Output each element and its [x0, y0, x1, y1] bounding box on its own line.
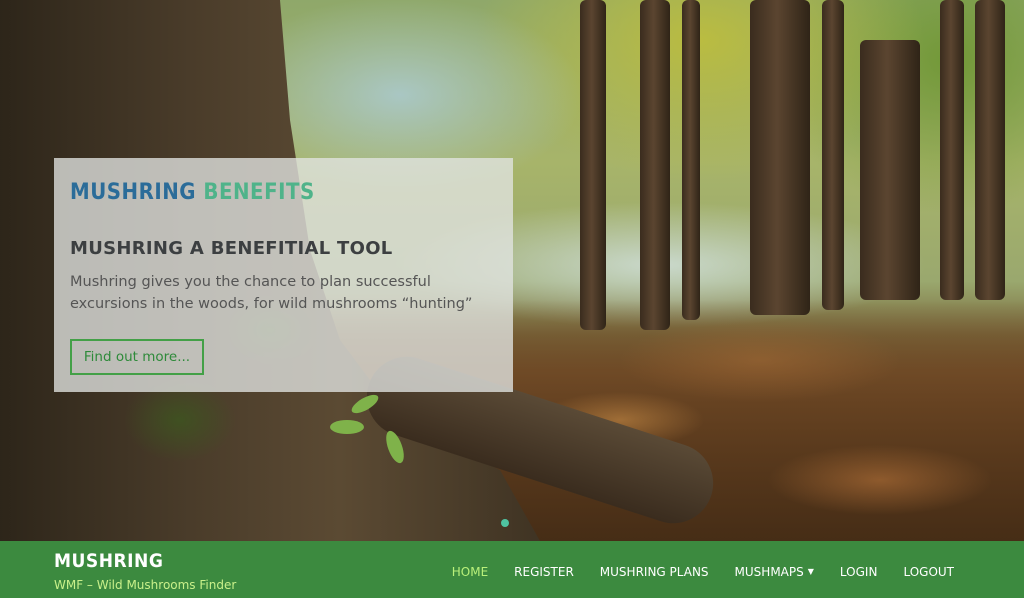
nav-register[interactable]: REGISTER: [514, 565, 574, 579]
tree-trunk: [640, 0, 670, 330]
tree-trunk: [860, 40, 920, 300]
hero-card: MUSHRING BENEFITS MUSHRING A BENEFITIAL …: [54, 158, 513, 392]
brand-title-part1: MUSHRING: [70, 180, 196, 205]
card-heading: MUSHRING A BENEFITIAL TOOL: [70, 238, 393, 259]
nav-mushmaps-label: MUSHMAPS: [734, 565, 804, 579]
nav-home[interactable]: HOME: [452, 565, 488, 579]
card-brand-title: MUSHRING BENEFITS: [70, 178, 497, 208]
site-tagline: WMF – Wild Mushrooms Finder: [54, 578, 237, 592]
tree-trunk: [682, 0, 700, 320]
site-logo[interactable]: MUSHRING: [54, 550, 163, 572]
nav-mushring-plans[interactable]: MUSHRING PLANS: [600, 565, 709, 579]
bottom-navbar: MUSHRING WMF – Wild Mushrooms Finder HOM…: [0, 541, 1024, 598]
nav-mushmaps[interactable]: MUSHMAPS ▼: [735, 565, 814, 579]
find-out-more-button[interactable]: Find out more...: [70, 339, 204, 375]
card-description: Mushring gives you the chance to plan su…: [70, 274, 473, 312]
tree-trunk: [750, 0, 810, 315]
carousel-indicator[interactable]: [501, 519, 509, 527]
nav-logout[interactable]: LOGOUT: [903, 565, 954, 579]
tree-trunk: [975, 0, 1005, 300]
leaf: [330, 420, 364, 434]
tree-trunk: [580, 0, 606, 330]
brand-title-part2: BENEFITS: [203, 180, 315, 205]
main-menu: HOME REGISTER MUSHRING PLANS MUSHMAPS ▼ L…: [426, 565, 954, 579]
caret-down-icon: ▼: [807, 567, 814, 576]
nav-login[interactable]: LOGIN: [840, 565, 878, 579]
tree-trunk: [822, 0, 844, 310]
tree-trunk: [940, 0, 964, 300]
